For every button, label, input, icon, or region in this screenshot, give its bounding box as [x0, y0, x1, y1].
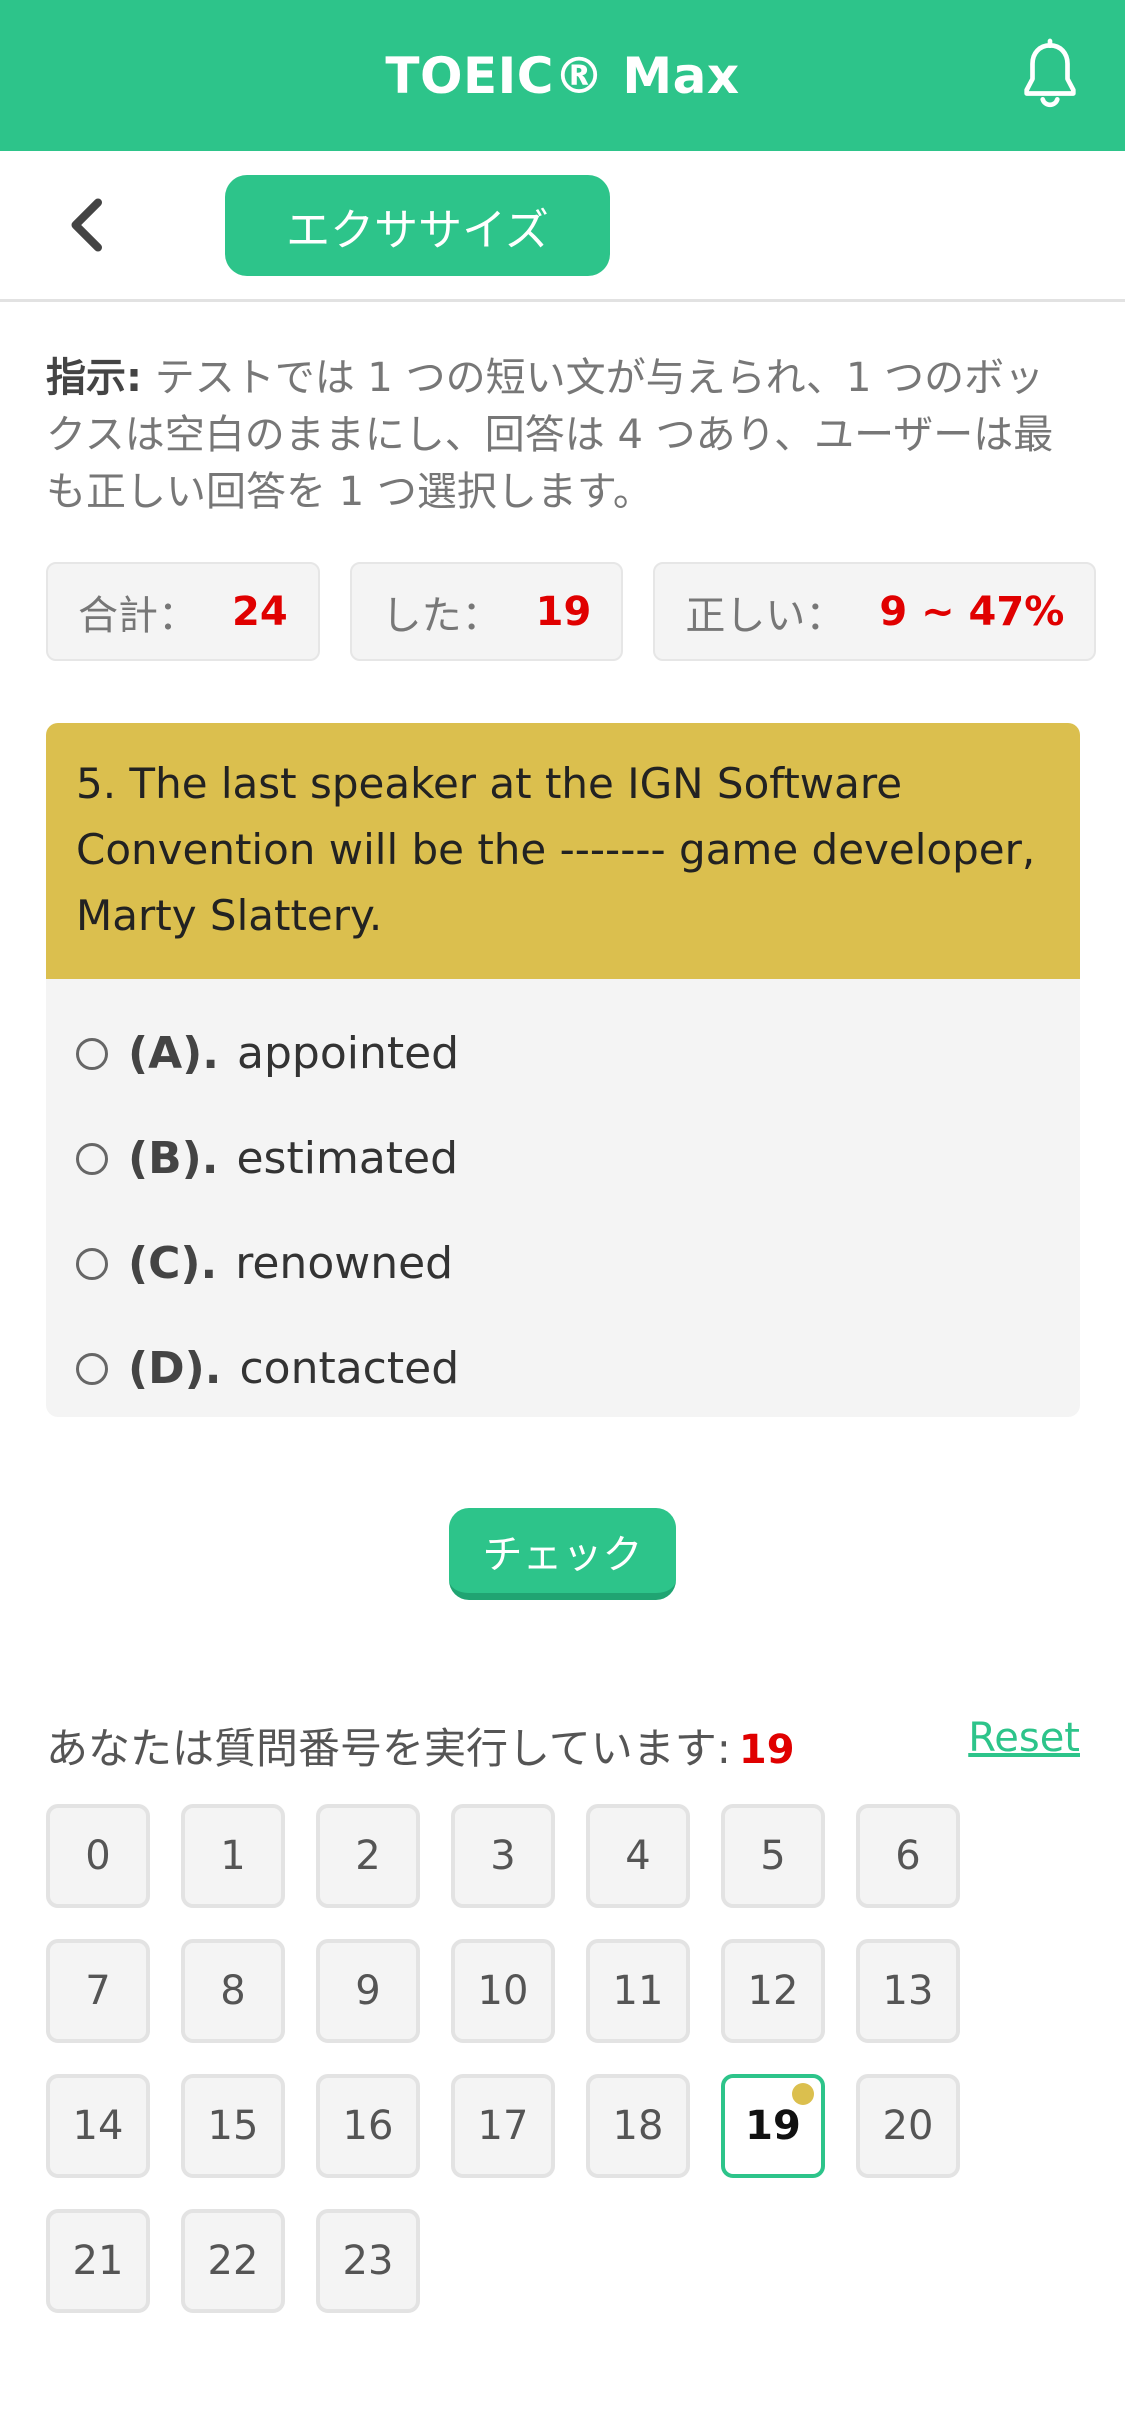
question-number-button[interactable]: 9: [316, 1939, 420, 2043]
question-number-button[interactable]: 16: [316, 2074, 420, 2178]
radio-button[interactable]: [76, 1037, 108, 1070]
option-letter: (A).: [128, 1028, 219, 1079]
question-card: 5. The last speaker at the IGN Software …: [46, 723, 1080, 1417]
option-text: contacted: [239, 1343, 460, 1394]
progress-label: あなたは質問番号を実行しています:: [46, 1724, 731, 1773]
question-number-label: 19: [745, 2103, 801, 2149]
question-number-button[interactable]: 7: [46, 1939, 150, 2043]
exercise-tab-button[interactable]: エクササイズ: [225, 175, 610, 276]
check-button[interactable]: チェック: [449, 1508, 676, 1600]
question-number-button[interactable]: 0: [46, 1804, 150, 1908]
stat-value: 9 ~ 47%: [879, 588, 1065, 635]
question-number-button[interactable]: 3: [451, 1804, 555, 1908]
option-b[interactable]: (B). estimated: [76, 1106, 1050, 1211]
current-indicator-dot: [792, 2083, 814, 2105]
question-number-button[interactable]: 14: [46, 2074, 150, 2178]
question-number-button[interactable]: 21: [46, 2209, 150, 2313]
stat-label: 合計：: [78, 592, 198, 639]
question-number-button[interactable]: 1: [181, 1804, 285, 1908]
question-number-button[interactable]: 18: [586, 2074, 690, 2178]
stat-value: 24: [232, 588, 288, 635]
app-title: TOEIC® Max: [385, 46, 740, 105]
radio-button[interactable]: [76, 1247, 108, 1280]
radio-button[interactable]: [76, 1142, 108, 1175]
radio-button[interactable]: [76, 1352, 108, 1385]
option-a[interactable]: (A). appointed: [76, 1001, 1050, 1106]
reset-link[interactable]: Reset: [968, 1715, 1080, 1761]
option-letter: (C).: [128, 1238, 218, 1289]
question-number-button[interactable]: 19: [721, 2074, 825, 2178]
option-text: renowned: [235, 1238, 454, 1289]
option-letter: (B).: [128, 1133, 219, 1184]
option-text: appointed: [237, 1028, 460, 1079]
stat-label: 正しい：: [685, 592, 846, 639]
stats-row: 合計： 24 した： 19 正しい： 9 ~ 47%: [46, 562, 1097, 661]
question-number-button[interactable]: 5: [721, 1804, 825, 1908]
question-number-button[interactable]: 17: [451, 2074, 555, 2178]
instructions: 指示: テストでは 1 つの短い文が与えられ、1 つのボックスは空白のままにし、…: [46, 350, 1076, 521]
question-number-grid: 0 1 2 3 4 5 6 7 8 9 10 11 12 13 14 15 16 17 18 19 20 21 22 23: [46, 1804, 1046, 2313]
question-number-button[interactable]: 15: [181, 2074, 285, 2178]
question-number-button[interactable]: 4: [586, 1804, 690, 1908]
stat-done: した： 19: [349, 562, 624, 661]
question-number-button[interactable]: 12: [721, 1939, 825, 2043]
question-number-button[interactable]: 8: [181, 1939, 285, 2043]
question-number-button[interactable]: 6: [856, 1804, 960, 1908]
question-number-button[interactable]: 2: [316, 1804, 420, 1908]
question-number-button[interactable]: 13: [856, 1939, 960, 2043]
instructions-label: 指示:: [46, 355, 142, 401]
bell-icon[interactable]: [1015, 38, 1085, 114]
option-c[interactable]: (C). renowned: [76, 1211, 1050, 1316]
stat-value: 19: [535, 588, 592, 635]
progress-row: あなたは質問番号を実行しています: 19 Reset: [46, 1715, 1080, 1773]
option-letter: (D).: [128, 1343, 222, 1394]
question-number-button[interactable]: 20: [856, 2074, 960, 2178]
question-number-button[interactable]: 10: [451, 1939, 555, 2043]
stat-label: した：: [381, 592, 502, 639]
question-number-button[interactable]: 23: [316, 2209, 420, 2313]
current-question-number: 19: [738, 1727, 795, 1773]
sub-navigation: エクササイズ: [0, 151, 1125, 302]
question-text: 5. The last speaker at the IGN Software …: [46, 723, 1080, 979]
stat-correct: 正しい： 9 ~ 47%: [653, 562, 1097, 661]
question-number-button[interactable]: 22: [181, 2209, 285, 2313]
option-d[interactable]: (D). contacted: [76, 1316, 1050, 1421]
answer-options: (A). appointed (B). estimated (C). renow…: [46, 979, 1080, 1417]
chevron-left-icon[interactable]: [58, 195, 118, 255]
app-bar: TOEIC® Max: [0, 0, 1125, 151]
question-number-button[interactable]: 11: [586, 1939, 690, 2043]
instructions-text: テストでは 1 つの短い文が与えられ、1 つのボックスは空白のままにし、回答は …: [46, 355, 1054, 515]
option-text: estimated: [236, 1133, 459, 1184]
stat-total: 合計： 24: [46, 562, 320, 661]
